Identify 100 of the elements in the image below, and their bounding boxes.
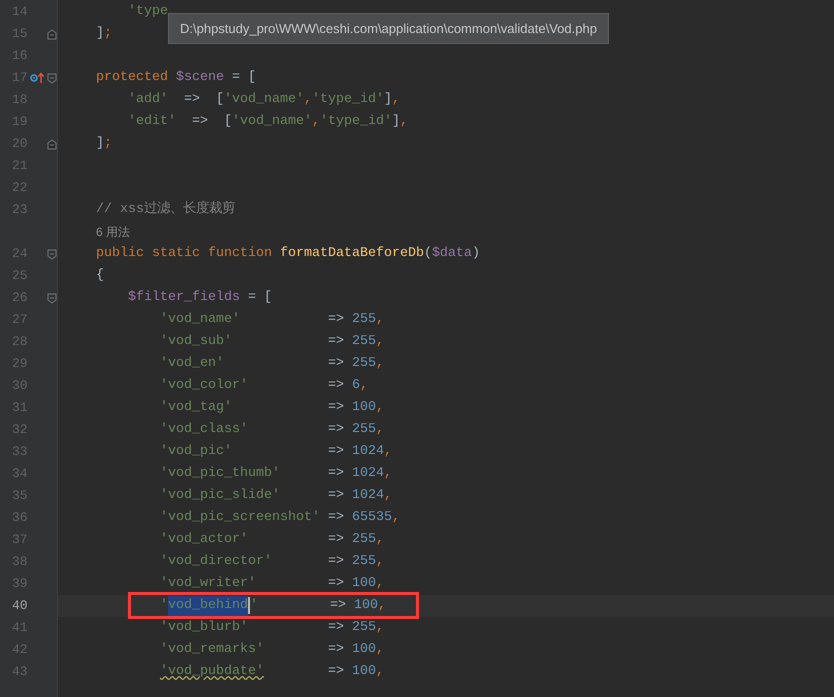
code-token: 'type_id' bbox=[312, 91, 384, 109]
code-token: => bbox=[328, 597, 347, 615]
code-token: 'vod_actor' bbox=[160, 531, 248, 549]
code-token: => bbox=[326, 377, 345, 395]
code-token: => bbox=[326, 509, 345, 527]
code-token: , bbox=[378, 597, 386, 615]
code-token: ) bbox=[472, 245, 480, 263]
code-token: => bbox=[326, 619, 345, 637]
code-token: , bbox=[376, 553, 384, 571]
code-token: 100 bbox=[352, 575, 376, 593]
code-token: { bbox=[96, 267, 104, 285]
code-token: 255 bbox=[352, 421, 376, 439]
code-token: $filter_fields bbox=[128, 289, 240, 307]
code-token: 'vod_blurb' bbox=[160, 619, 248, 637]
code-token: 100 bbox=[352, 399, 376, 417]
code-token: $scene bbox=[176, 69, 224, 87]
code-token: 'vod_color' bbox=[160, 377, 248, 395]
code-token: , bbox=[400, 113, 408, 131]
code-token: 'type bbox=[128, 3, 168, 21]
code-token: ] bbox=[96, 25, 104, 43]
code-token: ' bbox=[160, 597, 168, 615]
code-token: 'vod_name' bbox=[224, 91, 304, 109]
code-token: , bbox=[376, 641, 384, 659]
code-token: 'edit' bbox=[128, 113, 176, 131]
code-token: 255 bbox=[352, 553, 376, 571]
code-token: => bbox=[326, 487, 345, 505]
code-token: 6 bbox=[352, 377, 360, 395]
code-token: => bbox=[326, 465, 345, 483]
code-token: ] bbox=[384, 91, 392, 109]
code-token: 'add' bbox=[128, 91, 168, 109]
fold-icon[interactable] bbox=[47, 292, 57, 304]
code-token: 255 bbox=[352, 355, 376, 373]
text-cursor bbox=[248, 597, 250, 614]
code-token: => bbox=[326, 575, 345, 593]
code-token: , bbox=[384, 465, 392, 483]
code-token: 'vod_sub' bbox=[160, 333, 232, 351]
code-token: public static function bbox=[96, 245, 273, 263]
code-token: 100 bbox=[354, 597, 378, 615]
code-token: => bbox=[326, 399, 345, 417]
code-token: $data bbox=[432, 245, 472, 263]
code-token: ] bbox=[96, 135, 104, 153]
code-token: = [ bbox=[246, 289, 272, 307]
code-token: , bbox=[376, 421, 384, 439]
code-token: 'type_id' bbox=[320, 113, 392, 131]
code-token: => bbox=[326, 311, 345, 329]
code-token: => bbox=[326, 333, 345, 351]
code-token: => bbox=[326, 663, 345, 681]
code-token: , bbox=[312, 113, 320, 131]
code-token: 65535 bbox=[352, 509, 392, 527]
code-token: , bbox=[304, 91, 312, 109]
code-token: 'vod_pic_screenshot' bbox=[160, 509, 320, 527]
code-token: , bbox=[392, 509, 400, 527]
code-token: ] bbox=[392, 113, 400, 131]
code-token: 'vod_director' bbox=[160, 553, 272, 571]
selected-text: vod_behind bbox=[168, 596, 248, 616]
code-token: , bbox=[376, 575, 384, 593]
code-token: = [ bbox=[230, 69, 256, 87]
code-token: 100 bbox=[352, 663, 376, 681]
code-token: , bbox=[376, 399, 384, 417]
code-token: , bbox=[376, 355, 384, 373]
code-token: 'vod_pic_slide' bbox=[160, 487, 280, 505]
code-token: => bbox=[326, 641, 345, 659]
line-number: 40 bbox=[11, 597, 29, 616]
file-path-tooltip: D:\phpstudy_pro\WWW\ceshi.com\application\common\validate\Vod.php bbox=[168, 13, 609, 44]
code-token: 'vod_pubdate' bbox=[160, 663, 264, 681]
code-token: 100 bbox=[352, 641, 376, 659]
fold-icon[interactable] bbox=[47, 248, 57, 260]
code-token: , bbox=[376, 531, 384, 549]
code-token: 'vod_pic_thumb' bbox=[160, 465, 280, 483]
code-token: // xss过滤、长度裁剪 bbox=[96, 200, 235, 219]
code-token: 'vod_name' bbox=[232, 113, 312, 131]
code-token: ; bbox=[104, 135, 112, 153]
code-token: => [ bbox=[190, 113, 232, 131]
code-token: , bbox=[376, 333, 384, 351]
override-icon[interactable] bbox=[30, 72, 44, 84]
code-token: , bbox=[360, 377, 368, 395]
code-token: , bbox=[392, 91, 400, 109]
code-token: => bbox=[326, 553, 345, 571]
code-token: => [ bbox=[182, 91, 224, 109]
code-token: 1024 bbox=[352, 443, 384, 461]
code-token: ' bbox=[250, 597, 258, 615]
code-token: 255 bbox=[352, 531, 376, 549]
code-token: 1024 bbox=[352, 465, 384, 483]
code-token: => bbox=[326, 443, 345, 461]
code-token: protected bbox=[96, 69, 169, 87]
code-token: ; bbox=[104, 25, 112, 43]
code-token: => bbox=[326, 531, 345, 549]
code-token: 255 bbox=[352, 619, 376, 637]
code-token: 255 bbox=[352, 311, 376, 329]
code-token: formatDataBeforeDb bbox=[280, 245, 424, 263]
code-token: => bbox=[326, 355, 345, 373]
code-token: , bbox=[376, 311, 384, 329]
code-token: 'vod_name' bbox=[160, 311, 240, 329]
code-token: 'vod_en' bbox=[160, 355, 224, 373]
fold-icon[interactable] bbox=[47, 72, 57, 84]
code-token: ( bbox=[424, 245, 432, 263]
code-token: , bbox=[376, 619, 384, 637]
code-token: => bbox=[326, 421, 345, 439]
usage-hint[interactable]: 6 用法 bbox=[96, 225, 130, 239]
code-token: , bbox=[384, 487, 392, 505]
